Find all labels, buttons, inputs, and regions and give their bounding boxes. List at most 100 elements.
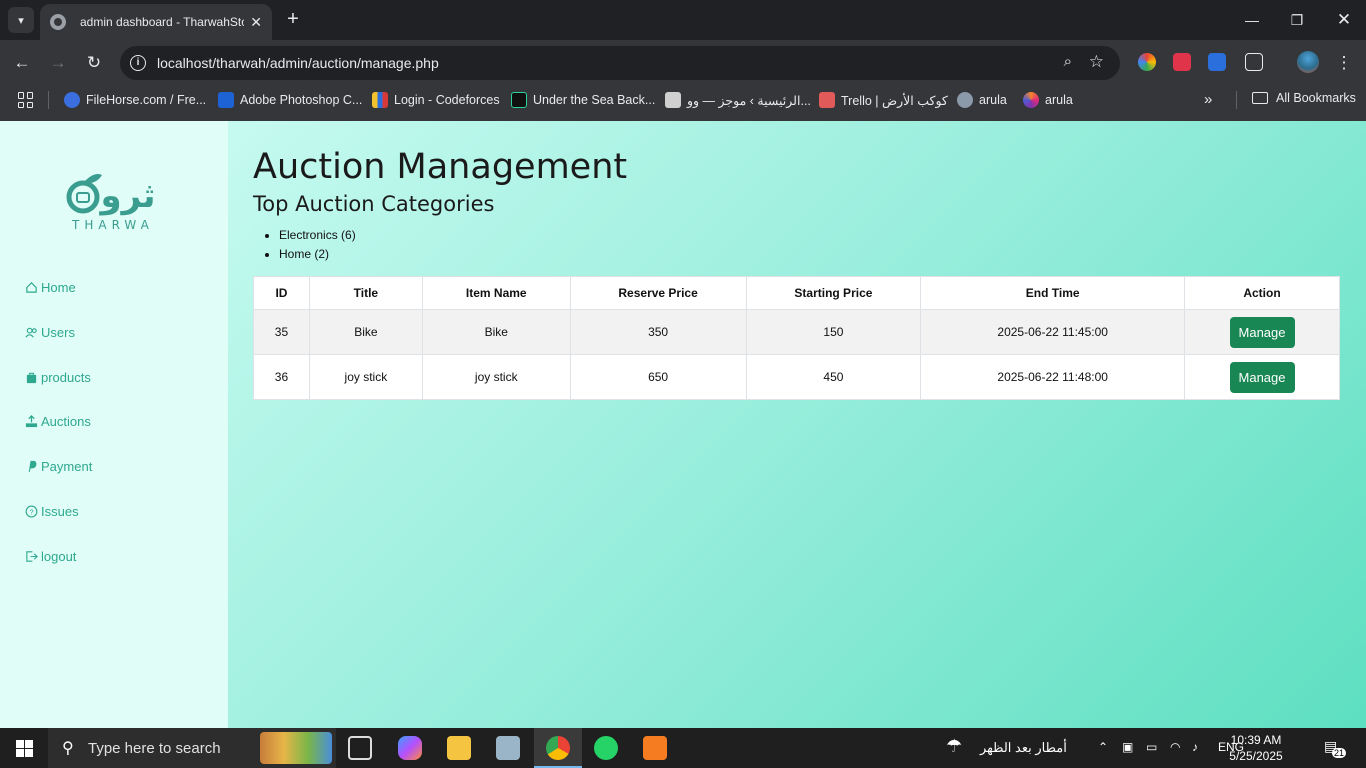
photoshop-icon [218, 92, 234, 108]
column-header-id: ID [253, 276, 310, 310]
instagram-icon [1023, 92, 1039, 108]
extension-pdf-icon[interactable] [1173, 53, 1191, 71]
cell-item-name: Bike [421, 309, 571, 355]
back-icon[interactable]: ← [10, 51, 34, 75]
sidebar-item-issues[interactable]: ? Issues [25, 504, 79, 519]
column-header-reserve-price: Reserve Price [569, 276, 747, 310]
trello-icon [819, 92, 835, 108]
sidebar-item-payment[interactable]: Payment [25, 459, 92, 474]
sidebar: ثرو THARWA Home Users products Auctions … [0, 121, 228, 728]
taskbar-clock[interactable]: 10:39 AM 5/25/2025 [1228, 732, 1284, 764]
sidebar-item-logout[interactable]: logout [25, 549, 76, 564]
address-bar[interactable]: i localhost/tharwah/admin/auction/manage… [120, 46, 1120, 80]
new-tab-button[interactable]: + [282, 8, 304, 30]
whatsapp-icon[interactable] [594, 736, 618, 760]
forward-icon[interactable]: → [46, 51, 70, 75]
restore-icon[interactable]: ❐ [1285, 8, 1309, 32]
column-header-action: Action [1184, 276, 1340, 310]
column-header-item-name: Item Name [421, 276, 571, 310]
sidebar-item-users[interactable]: Users [25, 325, 75, 340]
column-header-starting-price: Starting Price [745, 276, 922, 310]
menu-kebab-icon[interactable]: ⋮ [1332, 51, 1356, 75]
chevron-up-icon[interactable]: ⌃ [1098, 740, 1108, 754]
cell-reserve-price: 650 [569, 354, 747, 400]
xampp-icon[interactable] [643, 736, 667, 760]
browser-tab-active[interactable]: admin dashboard - TharwahSto ✕ [40, 4, 272, 40]
weather-text[interactable]: أمطار بعد الظهر [980, 740, 1067, 756]
logo-wordmark: THARWA [72, 218, 154, 232]
sidebar-item-home[interactable]: Home [25, 280, 76, 295]
column-header-end-time: End Time [920, 276, 1186, 310]
bookmark-star-icon[interactable]: ☆ [1089, 52, 1104, 72]
bookmark-item[interactable]: Under the Sea Back... [511, 91, 655, 109]
all-bookmarks-button[interactable]: All Bookmarks [1252, 91, 1356, 105]
bookmark-item[interactable]: arula [957, 91, 1007, 109]
task-view-icon[interactable] [348, 736, 372, 760]
meet-now-icon[interactable]: ▣ [1122, 740, 1133, 754]
sidebar-item-label: Users [41, 325, 75, 340]
copilot-icon[interactable] [398, 736, 422, 760]
manage-button[interactable]: Manage [1229, 361, 1295, 393]
table-header-row: ID Title Item Name Reserve Price Startin… [253, 276, 1340, 310]
auction-icon [25, 415, 38, 428]
bookmark-item[interactable]: FileHorse.com / Fre... [64, 91, 206, 109]
search-icon: ⚲ [62, 740, 74, 757]
file-explorer-icon[interactable] [447, 736, 471, 760]
zoom-icon[interactable]: ⌕ [1064, 53, 1072, 70]
close-window-icon[interactable]: ✕ [1332, 8, 1356, 32]
category-list: Electronics (6) Home (2) [279, 227, 356, 265]
globe-icon [50, 14, 66, 30]
windows-start-icon[interactable] [16, 740, 33, 757]
chrome-icon[interactable] [546, 736, 570, 760]
category-item: Home (2) [279, 246, 356, 265]
paypal-icon [28, 460, 37, 473]
url-text[interactable]: localhost/tharwah/admin/auction/manage.p… [157, 55, 439, 71]
home-icon [26, 282, 37, 293]
close-tab-icon[interactable]: ✕ [250, 14, 262, 31]
wifi-icon[interactable]: ◠ [1170, 740, 1180, 754]
minimize-icon[interactable]: — [1240, 8, 1264, 32]
taskbar-search-box[interactable]: ⚲ Type here to search [48, 728, 336, 768]
column-header-title: Title [308, 276, 423, 310]
bookmark-item[interactable]: Login - Codeforces [372, 91, 500, 109]
codeforces-icon [372, 92, 388, 108]
bookmark-item[interactable]: Trello | كوكب الأرض [819, 91, 948, 109]
taskbar-search-placeholder: Type here to search [88, 740, 221, 757]
apps-grid-icon[interactable] [18, 92, 34, 108]
bookmark-item[interactable]: Adobe Photoshop C... [218, 91, 362, 109]
search-highlight-image [260, 732, 332, 764]
tab-title: admin dashboard - TharwahSto [80, 15, 245, 29]
logout-icon [26, 551, 38, 562]
main-panel: Auction Management Top Auction Categorie… [228, 121, 1366, 728]
bookmark-label: arula [1045, 93, 1073, 107]
bookmark-label: Under the Sea Back... [533, 93, 656, 107]
page-content: ثرو THARWA Home Users products Auctions … [0, 121, 1366, 728]
extension-fi-icon[interactable] [1208, 53, 1226, 71]
profile-avatar[interactable] [1297, 51, 1319, 73]
cell-id: 35 [253, 309, 310, 355]
sidebar-item-products[interactable]: products [25, 370, 91, 385]
photos-app-icon[interactable] [496, 736, 520, 760]
bookmark-item[interactable]: arula [1023, 91, 1073, 109]
battery-icon[interactable]: ▭ [1146, 740, 1157, 754]
weather-icon[interactable]: ☂ [946, 736, 962, 757]
tab-search-button[interactable]: ▾ [8, 7, 34, 33]
table-row: 35 Bike Bike 350 150 2025-06-22 11:45:00… [253, 309, 1340, 355]
bookmarks-overflow-icon[interactable]: » [1204, 91, 1212, 108]
bookmark-label: arula [979, 93, 1007, 107]
notification-count-badge: 21 [1332, 748, 1347, 758]
svg-text:?: ? [29, 507, 33, 516]
sidebar-item-label: Auctions [41, 414, 91, 429]
site-info-icon[interactable]: i [130, 55, 146, 71]
extension-chrome-icon[interactable] [1138, 53, 1156, 71]
bookmark-item[interactable]: الرئيسية › موجز — وو... [665, 91, 811, 109]
volume-icon[interactable]: ♪ [1192, 740, 1198, 754]
bag-icon [26, 372, 37, 384]
reload-icon[interactable]: ↻ [82, 51, 106, 75]
extensions-puzzle-icon[interactable] [1245, 53, 1263, 71]
sidebar-item-label: logout [41, 549, 77, 564]
sidebar-item-label: Home [41, 280, 76, 295]
manage-button[interactable]: Manage [1229, 316, 1295, 348]
cell-action: Manage [1184, 309, 1340, 355]
sidebar-item-auctions[interactable]: Auctions [25, 414, 91, 429]
